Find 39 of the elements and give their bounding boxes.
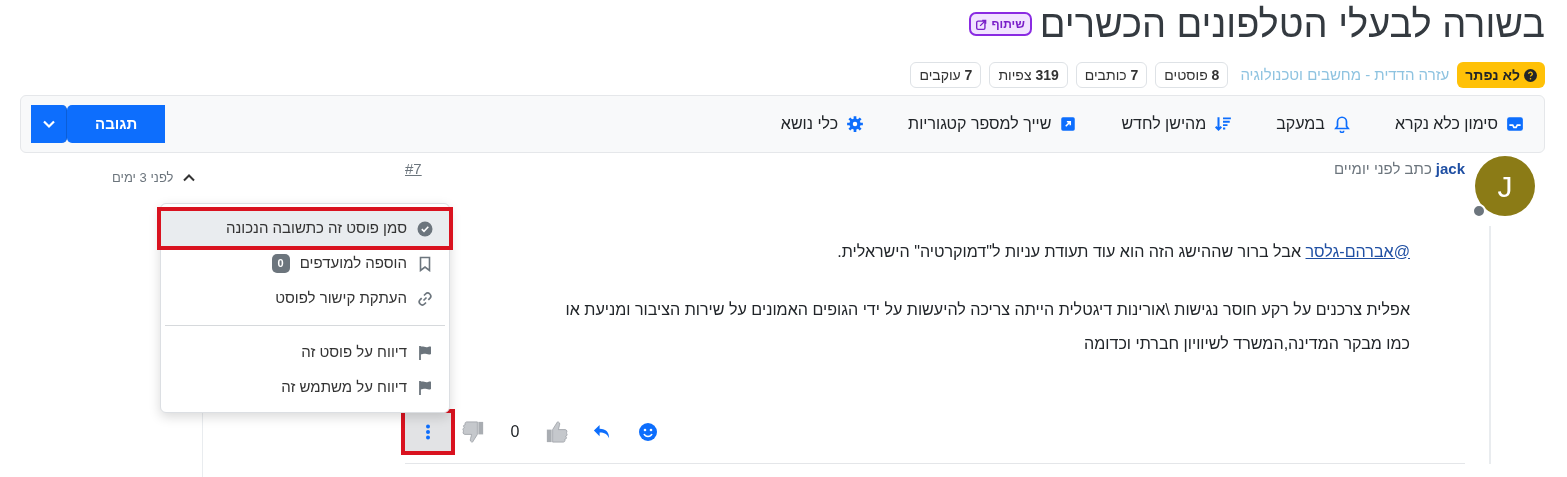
question-icon bbox=[1524, 68, 1537, 82]
avatar[interactable]: J bbox=[1475, 156, 1535, 216]
gear-icon bbox=[846, 115, 865, 133]
count-badge: 0 bbox=[271, 254, 290, 273]
smiley-icon bbox=[638, 421, 658, 442]
post-text: @אברהם-גלסר אבל ברור שההישג הזה הוא עוד תעודת עניות ל"דמוקרטיה" הישראלית. bbox=[837, 240, 1410, 262]
bookmark-icon bbox=[417, 255, 433, 272]
reply-time: לפני 3 ימים bbox=[112, 169, 174, 187]
vertical-dots-icon bbox=[425, 423, 431, 440]
toolbar-button[interactable]: שייך למספר קטגוריות bbox=[898, 108, 1088, 140]
post-text: אפלית צרכנים על רקע חוסר נגישות \אורינות דיגטלית הייתה צריכה להיעשות על ידי הגופים האמונים על שירות הציבור ומניעת או bbox=[565, 298, 1410, 320]
link-icon bbox=[417, 290, 433, 307]
toolbar-button[interactable]: כלי נושא bbox=[770, 108, 875, 140]
topic-title: בשורה לבעלי הטלפונים הכשרים bbox=[1039, 2, 1545, 46]
flag-icon bbox=[417, 344, 433, 361]
toolbar-button[interactable]: סימון כלא נקרא bbox=[1384, 108, 1534, 140]
author-link[interactable]: jack bbox=[1435, 158, 1465, 181]
toolbar-button[interactable]: במעקב bbox=[1266, 108, 1361, 140]
sort-icon bbox=[1214, 115, 1233, 133]
reply-button[interactable]: תגובה bbox=[67, 105, 166, 143]
menu-item[interactable]: העתקת קישור לפוסט bbox=[161, 281, 449, 316]
status-dot bbox=[1472, 204, 1486, 218]
mention-link[interactable]: @אברהם-גלסר bbox=[1305, 241, 1410, 260]
post-text: כמו מבקר המדינה,המשרד לשיוויון חברתי וכדומה bbox=[1084, 332, 1410, 354]
dropdown-toggle-button[interactable] bbox=[31, 105, 67, 143]
vote-count: 0 bbox=[509, 421, 521, 442]
menu-item[interactable]: דיווח על משתמש זה bbox=[161, 370, 449, 405]
bell-icon bbox=[1332, 115, 1351, 133]
post-time: כתב לפני יומיים bbox=[1333, 159, 1432, 179]
toolbar-button[interactable]: מהישן לחדש bbox=[1111, 108, 1243, 140]
share-icon bbox=[976, 18, 988, 30]
post-index-link[interactable]: #7 bbox=[405, 158, 422, 181]
inbox-icon bbox=[1506, 115, 1524, 133]
status-badge: לא נפתר bbox=[1457, 62, 1545, 88]
external-link-icon bbox=[1059, 115, 1078, 133]
share-badge[interactable]: שיתוף bbox=[969, 12, 1032, 36]
menu-item[interactable]: דיווח על פוסט זה bbox=[161, 335, 449, 370]
check-circle-icon bbox=[417, 220, 433, 237]
flag-icon bbox=[417, 379, 433, 396]
